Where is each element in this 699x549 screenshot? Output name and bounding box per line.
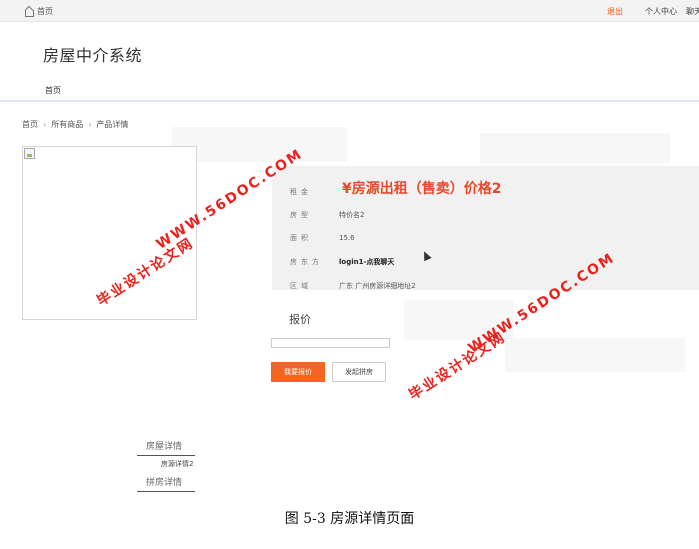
tab-divider [137, 455, 195, 456]
breadcrumb-home[interactable]: 首页 [22, 119, 38, 130]
house-detail-content: 房源详情2 [161, 460, 194, 468]
tab-divider [137, 491, 195, 492]
tab-group-detail[interactable]: 拼房详情 [146, 475, 182, 488]
figure-caption: 图 5-3 房源详情页面 [284, 511, 415, 527]
breadcrumb-all-products[interactable]: 所有商品 [51, 119, 83, 130]
personal-center-link[interactable]: 个人中心 [645, 6, 677, 17]
landlord-chat-link[interactable]: login1-点我聊天 [339, 258, 394, 266]
background-block [505, 338, 685, 372]
breadcrumb: 首页 › 所有商品 › 产品详情 [22, 119, 128, 130]
quote-label: 报价 [289, 313, 311, 326]
info-row-area: 面积 15.6 [290, 234, 355, 242]
info-row-type: 房型 特价名2 [290, 211, 365, 219]
screenshot-frame: 首页 退出 个人中心 聊天 房屋中介系统 首页 首页 › 所有商品 › 产品详情… [0, 0, 699, 497]
group-rent-button[interactable]: 发起拼房 [332, 362, 386, 382]
info-row-rent: 租金 [290, 188, 312, 196]
background-block [480, 133, 670, 163]
info-row-landlord: 房东方 login1-点我聊天 [290, 258, 395, 266]
broken-image-icon [24, 148, 35, 159]
quote-input[interactable] [271, 338, 390, 348]
site-title: 房屋中介系统 [43, 46, 143, 65]
logout-link[interactable]: 退出 [607, 6, 623, 17]
breadcrumb-product-detail: 产品详情 [96, 120, 129, 129]
chat-link[interactable]: 聊天 [686, 6, 699, 17]
top-bar: 首页 退出 个人中心 聊天 [0, 0, 699, 22]
chevron-right-icon: › [43, 120, 47, 129]
info-row-region: 区域 广东 广州房源详细地址2 [290, 282, 416, 290]
price-title: ¥房源出租（售卖）价格2 [342, 181, 502, 197]
nav-home-link[interactable]: 首页 [45, 85, 61, 96]
submit-quote-button[interactable]: 我要报价 [271, 362, 325, 382]
background-block [172, 127, 347, 162]
top-home-link[interactable]: 首页 [24, 6, 53, 17]
header-divider [0, 100, 699, 102]
chevron-right-icon: › [88, 120, 92, 129]
home-icon [24, 7, 34, 17]
tab-house-detail[interactable]: 房屋详情 [146, 439, 182, 452]
top-home-label: 首页 [37, 7, 53, 16]
